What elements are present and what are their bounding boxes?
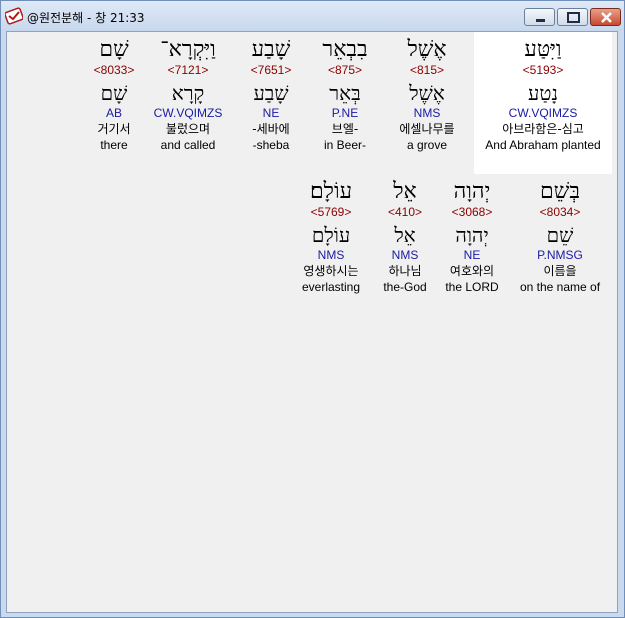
hebrew-word: בִבְאֵר [322, 37, 368, 62]
hebrew-lemma: אֶשֶׁל [409, 81, 445, 105]
strong-number: <3068> [451, 205, 493, 219]
english-gloss: in Beer- [323, 138, 367, 152]
english-gloss: and called [160, 138, 216, 152]
word-column[interactable]: אֶשֶׁל <815> אֶשֶׁל NMS 에셀나무를 a grove [387, 37, 467, 153]
hebrew-lemma: שָׁם [100, 81, 128, 105]
word-column-selected[interactable]: וַיִּטַּע <5193> נָטַע CW.VQIMZS 아브라함은-심… [474, 32, 612, 174]
hebrew-lemma: יְהוָה [455, 223, 489, 247]
analysis-pane[interactable]: שָׁם <8033> שָׁם AB 거기서 there וַיִּקְרָא… [6, 31, 618, 613]
hebrew-word: וַיִּטַּע [524, 37, 562, 62]
maximize-icon [567, 12, 580, 23]
morphology-code: P.NMSG [537, 248, 583, 262]
english-gloss: a grove [406, 138, 448, 152]
english-gloss: on the name of [519, 280, 601, 294]
english-gloss: there [100, 138, 128, 152]
minimize-icon [536, 19, 545, 22]
hebrew-word: וַיִּקְרָא־ [160, 37, 216, 62]
close-button[interactable] [590, 8, 621, 26]
word-column[interactable]: שָׁם <8033> שָׁם AB 거기서 there [91, 37, 137, 153]
english-gloss: the-God [383, 280, 427, 294]
korean-gloss: 이름을 [543, 264, 577, 278]
korean-gloss: 여호와의 [449, 264, 495, 278]
strong-number: <410> [387, 205, 423, 219]
english-gloss: everlasting [301, 280, 361, 294]
minimize-button[interactable] [524, 8, 555, 26]
hebrew-word: יְהוָה [453, 179, 491, 204]
hebrew-lemma: עוֹלָם [311, 223, 351, 247]
korean-gloss: 에셀나무를 [399, 122, 455, 136]
word-column[interactable]: בְּשֵׁם <8034> שֵׁם P.NMSG 이름을 on the na… [511, 179, 609, 295]
strong-number: <8034> [539, 205, 581, 219]
word-column[interactable]: אֵל <410> אֵל NMS 하나님 the-God [377, 179, 433, 295]
korean-gloss: 불렀으며 [165, 122, 211, 136]
word-column[interactable]: בִבְאֵר <875> בְּאֵר P.NE 브엘- in Beer- [312, 37, 378, 153]
korean-gloss: 거기서 [97, 122, 131, 136]
english-gloss: the LORD [445, 280, 499, 294]
korean-gloss: 브엘- [331, 122, 359, 136]
morphology-code: NMS [391, 248, 419, 262]
strong-number: <7121> [167, 63, 209, 77]
korean-gloss: 아브라함은-심고 [502, 122, 584, 136]
window-title: @원전분해 - 창 21:33 [27, 11, 145, 25]
strong-number: <815> [409, 63, 445, 77]
morphology-code: NE [262, 106, 280, 120]
hebrew-lemma: אֵל [394, 223, 416, 247]
hebrew-lemma: קָרָא [171, 81, 205, 105]
morphology-code: CW.VQIMZS [153, 106, 223, 120]
word-column[interactable]: וַיִּקְרָא־ <7121> קָרָא CW.VQIMZS 불렀으며 … [145, 37, 231, 153]
hebrew-lemma: שֵׁם [546, 223, 574, 247]
strong-number: <5769> [310, 205, 352, 219]
maximize-button[interactable] [557, 8, 588, 26]
hebrew-lemma: שָׁבַע [253, 81, 289, 105]
morphology-code: NMS [413, 106, 441, 120]
title-bar[interactable]: @원전분해 - 창 21:33 [1, 1, 624, 31]
close-icon [601, 12, 612, 23]
hebrew-word: שָׁבַע [251, 37, 291, 62]
hebrew-word: בְּשֵׁם [540, 179, 580, 204]
korean-gloss: 영생하시는 [303, 264, 359, 278]
strong-number: <8033> [93, 63, 135, 77]
app-window: @원전분해 - 창 21:33 שָׁם <8033> שָׁם AB 거기서 … [0, 0, 625, 618]
morphology-code: P.NE [331, 106, 359, 120]
app-icon[interactable] [4, 7, 24, 25]
morphology-code: AB [105, 106, 122, 120]
strong-number: <5193> [522, 63, 564, 77]
strong-number: <875> [327, 63, 363, 77]
morphology-code: CW.VQIMZS [508, 106, 578, 120]
morphology-code: NE [463, 248, 481, 262]
korean-gloss: 하나님 [388, 264, 422, 278]
hebrew-lemma: נָטַע [528, 81, 558, 105]
hebrew-word: אֶשֶׁל [407, 37, 447, 62]
word-column[interactable]: עוֹלָם׃ <5769> עוֹלָם NMS 영생하시는 everlast… [295, 179, 367, 295]
korean-gloss: -세바에 [252, 122, 290, 136]
hebrew-word: עוֹלָם׃ [309, 179, 353, 204]
hebrew-word: שָׁם [99, 37, 129, 62]
morphology-code: NMS [317, 248, 345, 262]
hebrew-lemma: בְּאֵר [329, 81, 361, 105]
strong-number: <7651> [250, 63, 292, 77]
word-column[interactable]: שָׁבַע <7651> שָׁבַע NE -세바에 -sheba [239, 37, 303, 153]
hebrew-word: אֵל [393, 179, 417, 204]
english-gloss: -sheba [252, 138, 290, 152]
word-column[interactable]: יְהוָה <3068> יְהוָה NE 여호와의 the LORD [439, 179, 505, 295]
english-gloss: And Abraham planted [485, 138, 601, 152]
